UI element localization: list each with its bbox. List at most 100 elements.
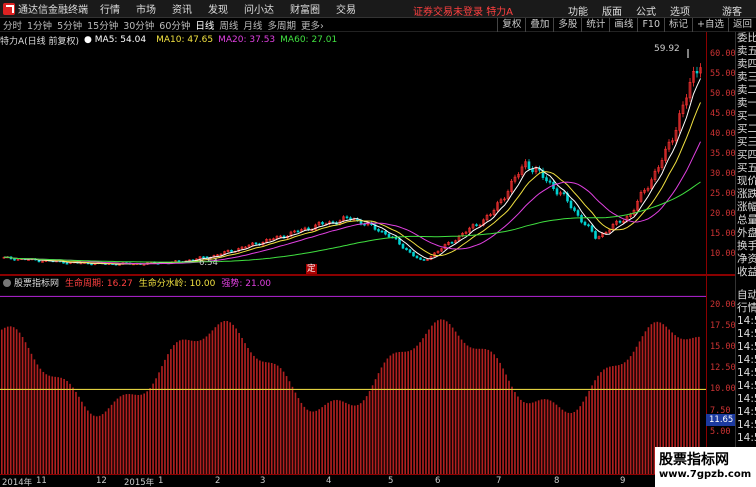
menu-item-wenxiaoda[interactable]: 问小达 (244, 1, 274, 16)
tab-1min[interactable]: 1分钟 (27, 18, 52, 32)
indicator-bar (87, 410, 89, 474)
indicator-bar (612, 366, 614, 474)
indicator-bar (232, 324, 234, 474)
candle-body (545, 177, 548, 182)
indicator-bar (490, 351, 493, 474)
indicator-bar (92, 415, 95, 474)
tab-more[interactable]: 更多› (301, 18, 324, 32)
menu-item-gongneng[interactable]: 功能 (568, 3, 588, 18)
auto-quote-toggle[interactable]: 行情 (736, 302, 756, 315)
indicator-bar (84, 406, 86, 474)
indicator-bar (425, 333, 427, 474)
indicator-bar (457, 335, 460, 474)
indicator-bar (644, 331, 647, 474)
tab-multi-period[interactable]: 多周期 (267, 18, 296, 32)
tool-duogu[interactable]: 多股 (553, 18, 581, 32)
tab-5min[interactable]: 5分钟 (57, 18, 82, 32)
menu-item-hangqing[interactable]: 行情 (100, 1, 120, 16)
indicator-bar (30, 353, 33, 474)
indicator-bar (176, 342, 178, 474)
indicator-bar (365, 396, 368, 474)
menu-item-zixun[interactable]: 资讯 (172, 1, 192, 16)
indicator-bar (339, 400, 341, 474)
menu-item-faxian[interactable]: 发现 (208, 1, 228, 16)
tool-biaoji[interactable]: 标记 (664, 18, 692, 32)
date-tick-label: 2014年 (2, 478, 33, 487)
tick-time-label: 14:5 (737, 419, 756, 431)
indicator-bar (638, 341, 641, 474)
indicator-bar (315, 410, 318, 474)
indicator-bar (502, 368, 504, 474)
indicator-gear-icon[interactable] (3, 278, 11, 287)
indicator-bar (620, 364, 623, 474)
date-tick-label: 6 (435, 476, 441, 486)
tool-back[interactable]: 返回 (727, 18, 756, 32)
tab-60min[interactable]: 60分钟 (159, 18, 190, 32)
indicator-bar (410, 350, 412, 474)
indicator-bar (241, 337, 243, 474)
candlestick-chart[interactable] (0, 46, 706, 274)
auto-quote-toggle[interactable]: 自动 (736, 289, 756, 302)
indicator-bar (546, 399, 549, 474)
indicator-bar (300, 402, 303, 474)
candle-body (450, 242, 454, 244)
indicator-bar (98, 415, 101, 474)
menu-item-xuanxiang[interactable]: 选项 (670, 3, 690, 18)
indicator-bar (60, 377, 62, 474)
menu-item-jiaoyi[interactable]: 交易 (336, 1, 356, 16)
indicator-bar (422, 338, 424, 474)
login-notice[interactable]: 证券交易未登录 特力A (413, 3, 513, 18)
indicator-bar (247, 347, 249, 474)
tab-weekly[interactable]: 周线 (219, 18, 238, 32)
quote-field-label: 卖二 (737, 84, 756, 96)
tool-huaxian[interactable]: 画线 (609, 18, 637, 32)
indicator-bar (196, 340, 199, 474)
stock-title: 特力A(日线 前复权) (0, 36, 80, 47)
tick-time-label: 14:5 (737, 315, 756, 327)
tab-30min[interactable]: 30分钟 (123, 18, 154, 32)
indicator-bar (214, 327, 217, 474)
tool-tongji[interactable]: 统计 (581, 18, 609, 32)
indicator-bar (294, 392, 297, 474)
candle-body (562, 192, 566, 195)
indicator-bar (57, 377, 59, 474)
menu-item-youke[interactable]: 游客 (722, 3, 742, 18)
candle-body (590, 225, 594, 232)
tab-monthly[interactable]: 月线 (243, 18, 262, 32)
price-tick-label: 50.00 (710, 89, 736, 99)
indicator-bar (466, 345, 469, 474)
indicator-bar (496, 358, 498, 474)
indicator-bar (404, 351, 407, 474)
indicator-bar (603, 369, 605, 474)
indicator-bar (448, 324, 451, 474)
indicator-bar (262, 361, 264, 474)
quote-field-label: 买二 (737, 123, 756, 135)
tab-15min[interactable]: 15分钟 (87, 18, 118, 32)
tool-diejia[interactable]: 叠加 (525, 18, 553, 32)
tab-fenshi[interactable]: 分时 (3, 18, 22, 32)
tick-time-label: 14:5 (737, 406, 756, 418)
tool-f10[interactable]: F10 (637, 18, 664, 32)
menu-item-caifuquan[interactable]: 财富圈 (290, 1, 320, 16)
indicator-bar (588, 390, 590, 474)
indicator-bar (238, 332, 240, 474)
ding-marker[interactable]: 定 (306, 264, 317, 274)
indicator-bar (101, 414, 104, 474)
ma20-value: MA20: 37.53 (218, 35, 276, 45)
menu-item-gongshi[interactable]: 公式 (636, 3, 656, 18)
candle-body (419, 257, 422, 260)
menu-item-banmian[interactable]: 版面 (602, 3, 622, 18)
tab-daily[interactable]: 日线 (195, 18, 214, 32)
tool-fuquan[interactable]: 复权 (497, 18, 525, 32)
indicator-bar (437, 320, 439, 474)
indicator-bar (413, 348, 415, 474)
indicator-bar (95, 416, 98, 474)
candle-body (384, 231, 387, 235)
sub-indicator-chart[interactable] (0, 288, 706, 474)
price-tick-label: 55.00 (710, 69, 736, 79)
tool-add-watchlist[interactable]: +自选 (692, 18, 728, 32)
indicator-bar (597, 375, 599, 474)
indicator-bar (33, 359, 36, 474)
indicator-bar (285, 376, 288, 474)
menu-item-shichang[interactable]: 市场 (136, 1, 156, 16)
